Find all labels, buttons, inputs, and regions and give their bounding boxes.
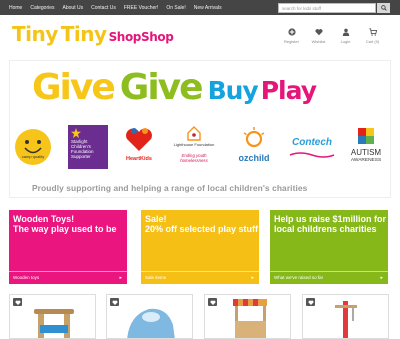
user-icon bbox=[342, 28, 349, 36]
puzzle-icon bbox=[358, 128, 374, 144]
nav-link-free-voucher[interactable]: FREE Voucher! bbox=[124, 5, 158, 11]
search-icon bbox=[380, 5, 387, 11]
ozchild-logo: ozchild bbox=[232, 125, 276, 169]
cart-icon bbox=[368, 28, 377, 36]
contech-swoosh-icon bbox=[289, 152, 335, 158]
promo-tile-sale[interactable]: Sale! 20% off selected play stuff Sale i… bbox=[141, 210, 259, 284]
hero-banner[interactable]: Give Give Buy Play camp quality Starligh… bbox=[9, 60, 391, 198]
ozchild-text: ozchild bbox=[238, 153, 270, 163]
product-image-play-stall bbox=[233, 299, 267, 338]
wishlist-label: Wishlist bbox=[311, 39, 326, 44]
camp-quality-smiley-icon bbox=[15, 129, 51, 165]
promo-tile-charity[interactable]: Help us raise $1million for local childr… bbox=[270, 210, 388, 284]
product-image-wooden-crane bbox=[335, 301, 357, 338]
top-nav-bar: Home Categories About Us Contact Us FREE… bbox=[0, 0, 400, 15]
camp-quality-logo: camp quality bbox=[14, 128, 52, 166]
chevron-right-icon: ▸ bbox=[251, 275, 254, 281]
nav-link-on-sale[interactable]: On Sale! bbox=[166, 5, 185, 11]
banner-word-give-1: Give bbox=[32, 67, 116, 108]
charity-logos: camp quality Starlight Children's Founda… bbox=[10, 125, 390, 175]
product-card[interactable] bbox=[106, 294, 193, 339]
logo-word-tiny-1: Tiny bbox=[12, 22, 58, 46]
promo-tile-footer[interactable]: Sale items ▸ bbox=[141, 271, 259, 284]
promo-tile-footer-label: What we've raised so far bbox=[274, 275, 324, 280]
plus-circle-icon bbox=[287, 28, 296, 36]
login-link[interactable]: Login bbox=[332, 28, 359, 44]
contech-text: Contech bbox=[292, 137, 332, 148]
chevron-right-icon: ▸ bbox=[380, 275, 383, 281]
banner-word-buy: Buy bbox=[207, 76, 259, 105]
heart-icon bbox=[315, 29, 322, 36]
banner-tagline: Proudly supporting and helping a range o… bbox=[32, 183, 308, 193]
promo-tile-footer[interactable]: Wooden toys ▸ bbox=[9, 271, 127, 284]
nav-link-contact-us[interactable]: Contact Us bbox=[91, 5, 116, 11]
lighthouse-logo: Lighthouse Foundation Ending youth homel… bbox=[170, 125, 218, 171]
search-button[interactable] bbox=[377, 3, 390, 13]
autism-awareness-logo: AUTISM AWARENESS bbox=[343, 127, 389, 171]
nav-link-home[interactable]: Home bbox=[9, 5, 22, 11]
ozchild-sun-icon bbox=[243, 127, 265, 148]
lighthouse-subtext: Ending youth homelessness bbox=[180, 153, 208, 163]
promo-tile-heading: Help us raise $1million for local childr… bbox=[274, 214, 387, 234]
banner-headline: Give Give Buy Play bbox=[32, 67, 317, 108]
star-icon bbox=[71, 128, 81, 138]
wishlist-link[interactable]: Wishlist bbox=[305, 28, 332, 44]
logo-word-tiny-2: Tiny bbox=[60, 22, 107, 46]
promo-tile-footer-label: Wooden toys bbox=[13, 275, 40, 280]
login-label: Login bbox=[340, 39, 351, 44]
product-image-wooden-walker bbox=[34, 309, 74, 338]
product-image-ride-on-car bbox=[127, 308, 175, 338]
starlight-text: Starlight Children's Foundation Supporte… bbox=[71, 139, 94, 159]
promo-tile-footer-label: Sale items bbox=[145, 275, 167, 280]
user-menu: Register Wishlist Login Cart (0) bbox=[278, 28, 386, 44]
contech-logo: Contech bbox=[288, 135, 336, 161]
logo-word-shopshop: ShopShop bbox=[108, 30, 174, 44]
heartkids-figure-icon bbox=[126, 128, 152, 151]
house-icon bbox=[187, 126, 201, 141]
promo-tile-heading: Sale! 20% off selected play stuff bbox=[145, 214, 259, 234]
heartkids-text: HeartKids bbox=[126, 156, 152, 162]
autism-text: AUTISM bbox=[350, 148, 382, 157]
banner-word-give-2: Give bbox=[119, 67, 204, 108]
cart-link[interactable]: Cart (0) bbox=[359, 28, 386, 44]
product-card[interactable] bbox=[204, 294, 291, 339]
search-input[interactable]: search for kids stuff bbox=[278, 3, 376, 13]
awareness-text: AWARENESS bbox=[350, 158, 382, 163]
camp-quality-text: camp quality bbox=[21, 154, 45, 159]
top-nav-links: Home Categories About Us Contact Us FREE… bbox=[9, 0, 222, 15]
chevron-right-icon: ▸ bbox=[119, 275, 122, 281]
register-link[interactable]: Register bbox=[278, 28, 305, 44]
lighthouse-text: Lighthouse Foundation bbox=[173, 142, 215, 147]
promo-tile-footer[interactable]: What we've raised so far ▸ bbox=[270, 271, 388, 284]
heartkids-logo: HeartKids bbox=[120, 127, 158, 167]
nav-link-new-arrivals[interactable]: New Arrivals bbox=[194, 5, 222, 11]
product-card[interactable] bbox=[9, 294, 96, 339]
site-logo[interactable]: Tiny Tiny ShopShop bbox=[12, 22, 174, 48]
nav-link-about-us[interactable]: About Us bbox=[63, 5, 84, 11]
banner-word-play: Play bbox=[260, 76, 317, 105]
promo-tile-heading: Wooden Toys! The way play used to be bbox=[13, 214, 117, 234]
promo-tile-wooden-toys[interactable]: Wooden Toys! The way play used to be Woo… bbox=[9, 210, 127, 284]
starlight-logo: Starlight Children's Foundation Supporte… bbox=[68, 125, 108, 169]
product-card[interactable] bbox=[302, 294, 389, 339]
cart-label: Cart (0) bbox=[365, 39, 380, 44]
nav-link-categories[interactable]: Categories bbox=[30, 5, 54, 11]
register-label: Register bbox=[284, 39, 299, 44]
